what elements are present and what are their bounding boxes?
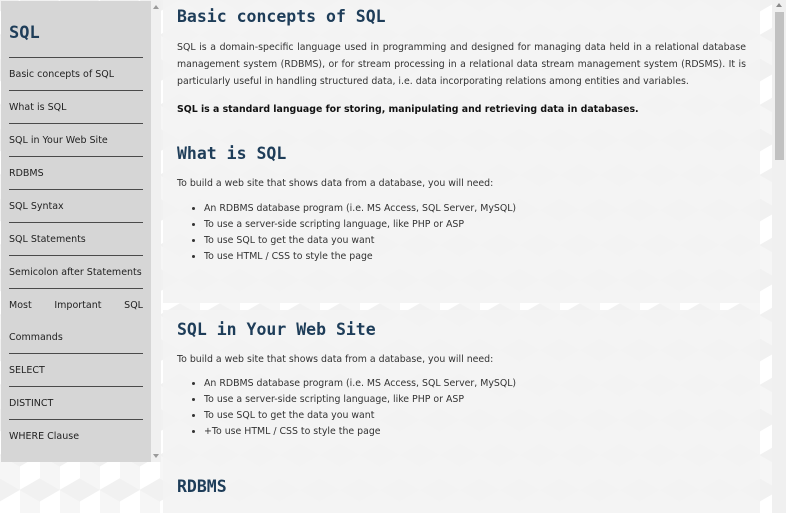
- sidebar-item-distinct[interactable]: DISTINCT: [9, 386, 143, 419]
- sidebar-item-semicolon[interactable]: Semicolon after Statements: [9, 255, 143, 288]
- sidebar-item-label-part: SQL: [124, 299, 143, 311]
- section-rdbms: RDBMS: [163, 470, 760, 513]
- sidebar-item-basic-concepts[interactable]: Basic concepts of SQL: [9, 57, 143, 90]
- main-content: Basic concepts of SQL SQL is a domain-sp…: [163, 0, 760, 513]
- section-title-basic-concepts: Basic concepts of SQL: [177, 7, 386, 26]
- sidebar-item-label-part: Most: [9, 299, 32, 311]
- sidebar-title: SQL: [9, 23, 40, 43]
- list-item: To use SQL to get the data you want: [204, 233, 746, 249]
- sidebar-item-sql-in-web-site[interactable]: SQL in Your Web Site: [9, 123, 143, 156]
- what-is-sql-list: An RDBMS database program (i.e. MS Acces…: [177, 201, 746, 265]
- what-is-sql-intro: To build a web site that shows data from…: [177, 178, 494, 189]
- section-title-rdbms: RDBMS: [177, 477, 227, 496]
- sql-in-web-site-list: An RDBMS database program (i.e. MS Acces…: [177, 376, 746, 440]
- sidebar-item-what-is-sql[interactable]: What is SQL: [9, 90, 143, 123]
- sidebar-item-commands[interactable]: Commands: [9, 321, 143, 353]
- list-item: +To use HTML / CSS to style the page: [204, 424, 746, 440]
- section-sql-in-web-site: SQL in Your Web Site To build a web site…: [163, 310, 760, 470]
- sidebar-item-sql-statements[interactable]: SQL Statements: [9, 222, 143, 255]
- sidebar-item-sql-syntax[interactable]: SQL Syntax: [9, 189, 143, 222]
- scrollbar-thumb[interactable]: [775, 12, 784, 160]
- scroll-down-icon[interactable]: [153, 454, 159, 458]
- section-title-sql-in-web-site: SQL in Your Web Site: [177, 320, 376, 339]
- section-title-what-is-sql: What is SQL: [177, 144, 287, 163]
- list-item: An RDBMS database program (i.e. MS Acces…: [204, 201, 746, 217]
- sidebar-item-where-clause[interactable]: WHERE Clause: [9, 419, 143, 452]
- sql-in-web-site-intro: To build a web site that shows data from…: [177, 354, 494, 365]
- section-basic-and-what: Basic concepts of SQL SQL is a domain-sp…: [163, 0, 760, 303]
- sidebar-item-select[interactable]: SELECT: [9, 353, 143, 386]
- scroll-up-icon[interactable]: [776, 3, 782, 7]
- list-item: To use HTML / CSS to style the page: [204, 249, 746, 265]
- scroll-up-icon[interactable]: [153, 5, 159, 9]
- page-scrollbar[interactable]: [772, 0, 786, 513]
- sidebar-list: Basic concepts of SQL What is SQL SQL in…: [1, 57, 151, 452]
- basic-concepts-paragraph: SQL is a domain-specific language used i…: [177, 42, 746, 87]
- list-item: To use a server-side scripting language,…: [204, 392, 746, 408]
- sidebar-item-rdbms[interactable]: RDBMS: [9, 156, 143, 189]
- basic-concepts-bold-statement: SQL is a standard language for storing, …: [177, 104, 639, 115]
- sidebar-item-label-part: Important: [54, 299, 102, 311]
- list-item: To use a server-side scripting language,…: [204, 217, 746, 233]
- sidebar-scrollbar[interactable]: [151, 1, 161, 462]
- list-item: To use SQL to get the data you want: [204, 408, 746, 424]
- list-item: An RDBMS database program (i.e. MS Acces…: [204, 376, 746, 392]
- sidebar-item-most-important-commands[interactable]: Most Important SQL: [9, 288, 143, 321]
- sidebar: SQL Basic concepts of SQL What is SQL SQ…: [1, 1, 152, 462]
